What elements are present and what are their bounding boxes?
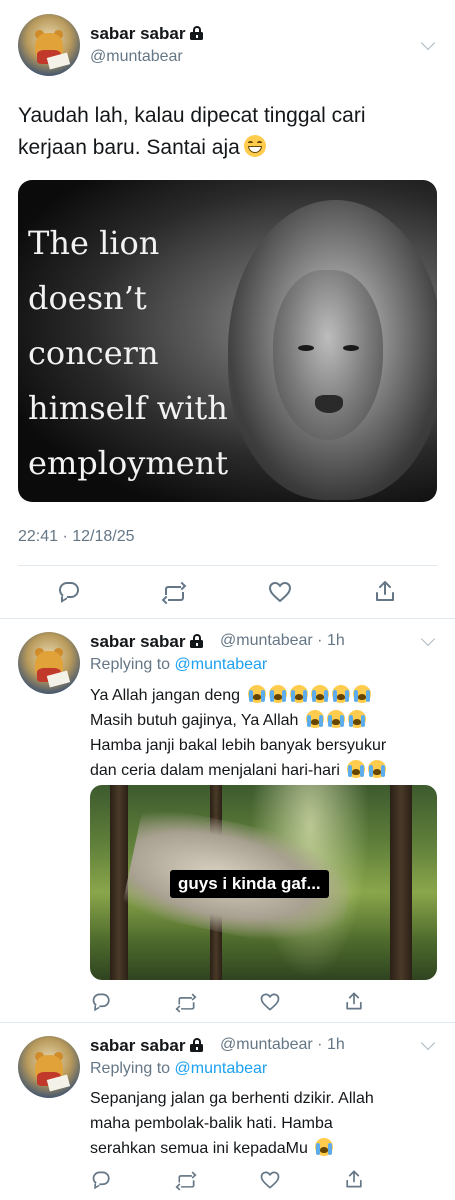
tweet-text-line-3: serahkan semua ini kepadaMu <box>90 1136 445 1161</box>
lock-icon <box>190 26 204 40</box>
share-icon[interactable] <box>373 579 397 603</box>
replying-to-prefix: Replying to <box>90 1060 175 1077</box>
tweet-image[interactable]: guys i kinda gaf... <box>90 785 437 980</box>
tweet-text: Ya Allah jangan deng Masih butuh gajinya… <box>90 683 440 783</box>
tweet-text-line: maha pembolak-balik hati. Hamba <box>90 1115 333 1132</box>
image-caption-line: employment <box>28 444 229 482</box>
lock-icon <box>190 1038 204 1052</box>
tweet-text-line: dan ceria dalam menjalani hari-hari <box>90 762 340 779</box>
reply-icon[interactable] <box>58 580 82 604</box>
replying-to: Replying to @muntabear <box>90 1060 267 1078</box>
tweet-text-line: Masih butuh gajinya, Ya Allah <box>90 712 299 729</box>
image-caption-line: concern <box>28 334 159 372</box>
heart-icon[interactable] <box>260 1170 280 1190</box>
chevron-down-icon[interactable] <box>420 35 436 51</box>
replying-to: Replying to @muntabear <box>90 656 267 674</box>
heart-icon[interactable] <box>268 580 292 604</box>
handle-time[interactable]: @muntabear · 1h <box>220 632 345 650</box>
loudly-crying-face-emoji <box>352 685 371 703</box>
tweet-text-line-4: dan ceria dalam menjalani hari-hari <box>90 758 440 783</box>
tweet-text-line: kerjaan baru. Santai aja <box>18 136 240 159</box>
retweet-icon[interactable] <box>161 581 187 605</box>
retweet-icon[interactable] <box>175 993 197 1013</box>
tweet-text-line: Sepanjang jalan ga berhenti dzikir. Alla… <box>90 1090 374 1107</box>
tweet-text-line: Hamba janji bakal lebih banyak bersyukur <box>90 737 387 754</box>
image-caption: The lion doesn’t concern himself with em… <box>28 216 248 491</box>
tweet-text-line: Ya Allah jangan deng <box>90 687 241 704</box>
loudly-crying-face-emoji <box>310 685 329 703</box>
tweet-text-line: Yaudah lah, kalau dipecat tinggal cari <box>18 104 366 127</box>
tweet-text: Sepanjang jalan ga berhenti dzikir. Alla… <box>90 1086 445 1161</box>
loudly-crying-face-emoji <box>289 685 308 703</box>
tweet-text-line-2: Masih butuh gajinya, Ya Allah <box>90 708 440 733</box>
avatar[interactable] <box>18 14 80 76</box>
tweet-text-line-2: kerjaan baru. Santai aja <box>18 132 438 164</box>
lock-icon <box>190 634 204 648</box>
display-name[interactable]: sabar sabar <box>90 24 204 44</box>
chevron-down-icon[interactable] <box>420 631 436 647</box>
tweet-text: Yaudah lah, kalau dipecat tinggal cari k… <box>18 100 438 164</box>
reply-icon[interactable] <box>92 992 112 1012</box>
loudly-crying-face-emoji <box>368 760 387 778</box>
divider <box>0 618 455 619</box>
image-caption-line: doesn’t <box>28 279 147 317</box>
replying-to-prefix: Replying to <box>90 656 175 673</box>
share-icon[interactable] <box>344 991 364 1011</box>
divider <box>0 1022 455 1023</box>
display-name-text: sabar sabar <box>90 632 186 651</box>
display-name-text: sabar sabar <box>90 1036 186 1055</box>
image-caption-line: himself with <box>28 389 228 427</box>
timestamp[interactable]: 22:41 · 12/18/25 <box>18 528 135 546</box>
loudly-crying-face-emoji <box>268 685 287 703</box>
loudly-crying-face-emoji <box>247 685 266 703</box>
tweet-text-line: serahkan semua ini kepadaMu <box>90 1140 308 1157</box>
display-name[interactable]: sabar sabar <box>90 1036 204 1056</box>
loudly-crying-face-emoji <box>315 1138 334 1156</box>
tweet-text-line-1: Ya Allah jangan deng <box>90 683 440 708</box>
loudly-crying-face-emoji <box>347 710 366 728</box>
display-name-text: sabar sabar <box>90 24 186 43</box>
retweet-icon[interactable] <box>175 1171 197 1191</box>
chevron-down-icon[interactable] <box>420 1035 436 1051</box>
loudly-crying-face-emoji <box>305 710 324 728</box>
reply-icon[interactable] <box>92 1170 112 1190</box>
share-icon[interactable] <box>344 1169 364 1189</box>
avatar[interactable] <box>18 1036 80 1098</box>
loudly-crying-face-emoji <box>347 760 366 778</box>
replying-to-link[interactable]: @muntabear <box>175 656 268 673</box>
loudly-crying-face-emoji <box>326 710 345 728</box>
loudly-crying-face-emoji <box>331 685 350 703</box>
image-caption-line: The lion <box>28 224 160 262</box>
grinning-face-emoji <box>243 135 266 157</box>
display-name[interactable]: sabar sabar <box>90 632 204 652</box>
heart-icon[interactable] <box>260 992 280 1012</box>
handle[interactable]: @muntabear <box>90 48 183 66</box>
image-caption: guys i kinda gaf... <box>170 870 329 898</box>
handle-time[interactable]: @muntabear · 1h <box>220 1036 345 1054</box>
avatar[interactable] <box>18 632 80 694</box>
replying-to-link[interactable]: @muntabear <box>175 1060 268 1077</box>
tweet-image[interactable]: The lion doesn’t concern himself with em… <box>18 180 437 502</box>
divider <box>18 565 437 566</box>
